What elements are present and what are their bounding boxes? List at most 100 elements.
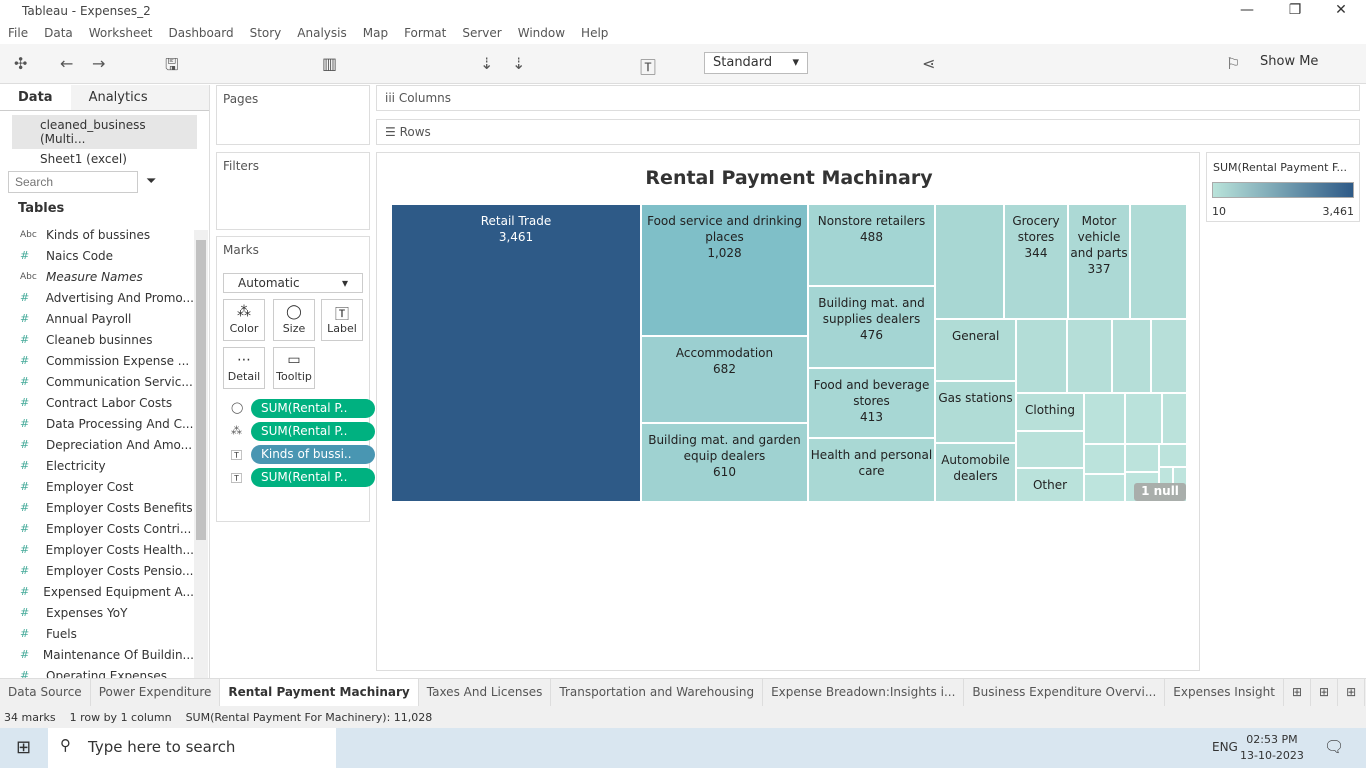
menu-file[interactable]: File bbox=[0, 24, 36, 44]
field-item[interactable]: # Communication Servic... bbox=[16, 371, 194, 392]
menu-server[interactable]: Server bbox=[454, 24, 509, 44]
field-pill[interactable]: Kinds of bussi.. bbox=[251, 445, 375, 464]
menu-data[interactable]: Data bbox=[36, 24, 81, 44]
save-icon[interactable]: 🖫 bbox=[165, 54, 179, 81]
field-pill[interactable]: SUM(Rental P.. bbox=[251, 468, 375, 487]
treemap-mark[interactable]: General bbox=[935, 319, 1016, 381]
sheet-tab[interactable]: Business Expenditure Overvi... bbox=[964, 679, 1166, 706]
treemap-mark[interactable]: Retail Trade 3,461 bbox=[391, 204, 641, 502]
field-item[interactable]: # Expenses YoY bbox=[16, 602, 194, 623]
field-item[interactable]: # Employer Costs Contri... bbox=[16, 518, 194, 539]
field-item[interactable]: # Commission Expense ... bbox=[16, 350, 194, 371]
language-indicator[interactable]: ENG bbox=[1212, 740, 1238, 754]
field-item[interactable]: # Electricity bbox=[16, 455, 194, 476]
treemap-mark[interactable]: Nonstore retailers 488 bbox=[808, 204, 935, 286]
field-item[interactable]: # Fuels bbox=[16, 623, 194, 644]
sheet-tab[interactable]: Power Expenditure bbox=[91, 679, 221, 706]
menu-help[interactable]: Help bbox=[573, 24, 616, 44]
show-me-button[interactable]: Show Me bbox=[1260, 54, 1318, 69]
treemap-mark[interactable] bbox=[1067, 319, 1112, 393]
clock[interactable]: 02:53 PM 13-10-2023 bbox=[1240, 732, 1304, 764]
field-pill[interactable]: SUM(Rental P.. bbox=[251, 422, 375, 441]
treemap-mark[interactable]: Building mat. and supplies dealers 476 bbox=[808, 286, 935, 368]
new-story-icon[interactable]: ⊞ bbox=[1338, 679, 1366, 706]
menu-worksheet[interactable]: Worksheet bbox=[81, 24, 161, 44]
show-labels-icon[interactable]: 🅃 bbox=[640, 54, 656, 78]
null-badge[interactable]: 1 null bbox=[1134, 483, 1186, 501]
marks-detail-button[interactable]: ⋯ Detail bbox=[223, 347, 265, 389]
new-worksheet-icon[interactable]: ▥ bbox=[322, 54, 337, 73]
field-item[interactable]: # Expensed Equipment A... bbox=[16, 581, 194, 602]
field-item[interactable]: # Employer Cost bbox=[16, 476, 194, 497]
sheet-tab[interactable]: Expenses Insight bbox=[1165, 679, 1284, 706]
minimize-button[interactable]: — bbox=[1224, 2, 1270, 22]
treemap-mark[interactable]: Automobile dealers bbox=[935, 443, 1016, 502]
treemap-mark[interactable] bbox=[1084, 474, 1125, 502]
menu-story[interactable]: Story bbox=[242, 24, 290, 44]
treemap-mark[interactable] bbox=[1084, 393, 1125, 444]
treemap-mark[interactable] bbox=[1084, 444, 1125, 474]
treemap-mark[interactable]: Clothing bbox=[1016, 393, 1084, 431]
field-item[interactable]: # Annual Payroll bbox=[16, 308, 194, 329]
field-item[interactable]: # Employer Costs Benefits bbox=[16, 497, 194, 518]
filter-icon[interactable]: ⏷ bbox=[146, 174, 156, 189]
tab-data[interactable]: Data bbox=[0, 85, 71, 110]
new-worksheet-icon[interactable]: ⊞ bbox=[1284, 679, 1312, 706]
treemap-mark[interactable]: Health and personal care bbox=[808, 438, 935, 502]
treemap-mark[interactable] bbox=[1016, 319, 1067, 393]
menu-format[interactable]: Format bbox=[396, 24, 454, 44]
close-button[interactable]: ✕ bbox=[1318, 2, 1364, 22]
datasource-item[interactable]: Sheet1 (excel) bbox=[0, 149, 209, 169]
treemap-mark[interactable] bbox=[1151, 319, 1187, 393]
marks-label-button[interactable]: 🅃 Label bbox=[321, 299, 363, 341]
undo-icon[interactable]: ← bbox=[60, 54, 73, 73]
treemap-mark[interactable] bbox=[1112, 319, 1151, 393]
treemap-mark[interactable] bbox=[1130, 204, 1187, 319]
field-item[interactable]: Abc Measure Names bbox=[16, 266, 194, 287]
sheet-tab[interactable]: Rental Payment Machinary bbox=[220, 679, 419, 706]
treemap-mark[interactable]: Gas stations bbox=[935, 381, 1016, 443]
taskbar-search[interactable]: ⚲ Type here to search bbox=[48, 728, 336, 768]
columns-shelf[interactable]: iii Columns bbox=[376, 85, 1360, 111]
menu-window[interactable]: Window bbox=[510, 24, 573, 44]
field-item[interactable]: # Data Processing And C... bbox=[16, 413, 194, 434]
share-icon[interactable]: ⋖ bbox=[922, 54, 935, 73]
new-dashboard-icon[interactable]: ⊞ bbox=[1311, 679, 1339, 706]
highlight-icon[interactable]: ⚐ bbox=[1226, 54, 1240, 73]
field-item[interactable]: # Depreciation And Amo... bbox=[16, 434, 194, 455]
treemap-mark[interactable] bbox=[1159, 444, 1187, 467]
treemap-mark[interactable]: Grocery stores 344 bbox=[1004, 204, 1068, 319]
field-item[interactable]: # Maintenance Of Buildin... bbox=[16, 644, 194, 665]
treemap-mark[interactable]: Motor vehicle and parts 337 bbox=[1068, 204, 1130, 319]
field-item[interactable]: # Employer Costs Health... bbox=[16, 539, 194, 560]
field-item[interactable]: # Cleaneb businnes bbox=[16, 329, 194, 350]
treemap-mark[interactable]: Other bbox=[1016, 468, 1084, 502]
redo-icon[interactable]: → bbox=[92, 54, 105, 73]
sheet-tab[interactable]: Expense Breadown:Insights i... bbox=[763, 679, 965, 706]
treemap-mark[interactable] bbox=[1162, 393, 1187, 444]
field-item[interactable]: # Naics Code bbox=[16, 245, 194, 266]
search-input[interactable] bbox=[8, 171, 138, 193]
sort-ascending-icon[interactable]: ⇣ bbox=[480, 54, 493, 73]
treemap-mark[interactable]: Accommodation 682 bbox=[641, 336, 808, 423]
sort-descending-icon[interactable]: ⇣ bbox=[512, 54, 525, 73]
field-item[interactable]: Abc Kinds of bussines bbox=[16, 224, 194, 245]
filters-card[interactable]: Filters bbox=[216, 152, 370, 230]
treemap-mark[interactable]: Food and beverage stores 413 bbox=[808, 368, 935, 438]
field-pill[interactable]: SUM(Rental P.. bbox=[251, 399, 375, 418]
mark-type-select[interactable]: Automatic ▾ bbox=[223, 273, 363, 293]
treemap-mark[interactable] bbox=[1125, 393, 1162, 444]
marks-color-button[interactable]: ⁂ Color bbox=[223, 299, 265, 341]
treemap-mark[interactable]: Building mat. and garden equip dealers 61… bbox=[641, 423, 808, 502]
rows-shelf[interactable]: ☰ Rows bbox=[376, 119, 1360, 145]
treemap-mark[interactable]: Food service and drinking places 1,028 bbox=[641, 204, 808, 336]
field-item[interactable]: # Advertising And Promo... bbox=[16, 287, 194, 308]
datasource-item[interactable]: cleaned_business (Multi... bbox=[12, 115, 197, 149]
pages-card[interactable]: Pages bbox=[216, 85, 370, 145]
treemap-mark[interactable] bbox=[935, 204, 1004, 319]
menu-dashboard[interactable]: Dashboard bbox=[160, 24, 241, 44]
sheet-tab[interactable]: Transportation and Warehousing bbox=[551, 679, 764, 706]
menu-analysis[interactable]: Analysis bbox=[289, 24, 354, 44]
windows-start-icon[interactable]: ⊞ bbox=[16, 737, 31, 758]
field-item[interactable]: # Contract Labor Costs bbox=[16, 392, 194, 413]
